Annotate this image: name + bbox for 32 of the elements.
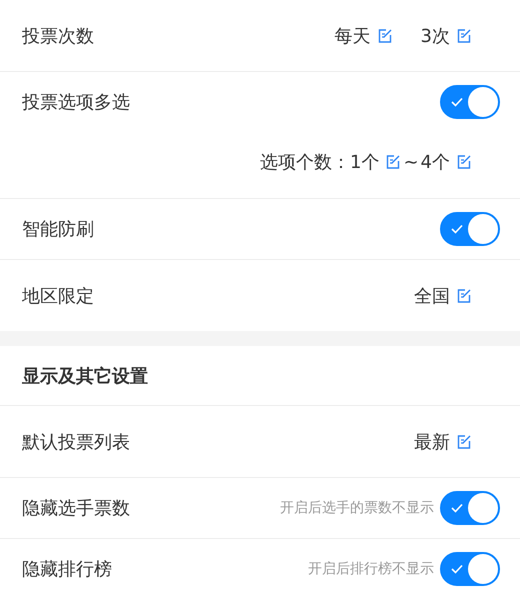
setting-hint: 开启后排行榜不显示: [308, 560, 434, 578]
setting-value: 4个: [420, 151, 450, 174]
setting-value: 全国: [414, 284, 450, 308]
section-heading: 显示及其它设置: [22, 364, 148, 388]
setting-value: 每天: [334, 24, 371, 48]
toggle-switch[interactable]: [440, 491, 500, 525]
setting-label: 地区限定: [22, 284, 94, 308]
option-count-label: 选项个数：: [260, 151, 350, 174]
setting-label: 隐藏选手票数: [22, 497, 130, 520]
check-icon: [451, 503, 463, 513]
edit-icon[interactable]: [456, 434, 472, 450]
setting-label: 智能防刷: [22, 218, 94, 241]
setting-value: 3次: [420, 24, 450, 48]
check-icon: [451, 564, 463, 574]
setting-label: 默认投票列表: [22, 430, 130, 454]
toggle-switch[interactable]: [440, 552, 500, 586]
setting-value: 最新: [414, 430, 450, 454]
toggle-switch[interactable]: [440, 85, 500, 119]
setting-hint: 开启后选手的票数不显示: [280, 499, 434, 517]
edit-icon[interactable]: [456, 288, 472, 304]
edit-icon[interactable]: [385, 154, 402, 170]
setting-label: 隐藏排行榜: [22, 558, 112, 581]
range-separator: ~: [403, 152, 419, 172]
setting-label: 投票选项多选: [22, 91, 130, 114]
edit-icon[interactable]: [376, 28, 393, 44]
edit-icon[interactable]: [456, 28, 472, 44]
check-icon: [451, 224, 463, 234]
setting-label: 投票次数: [22, 24, 94, 48]
toggle-switch[interactable]: [440, 212, 500, 246]
check-icon: [451, 97, 463, 107]
edit-icon[interactable]: [456, 154, 472, 170]
setting-value: 1个: [350, 151, 380, 174]
